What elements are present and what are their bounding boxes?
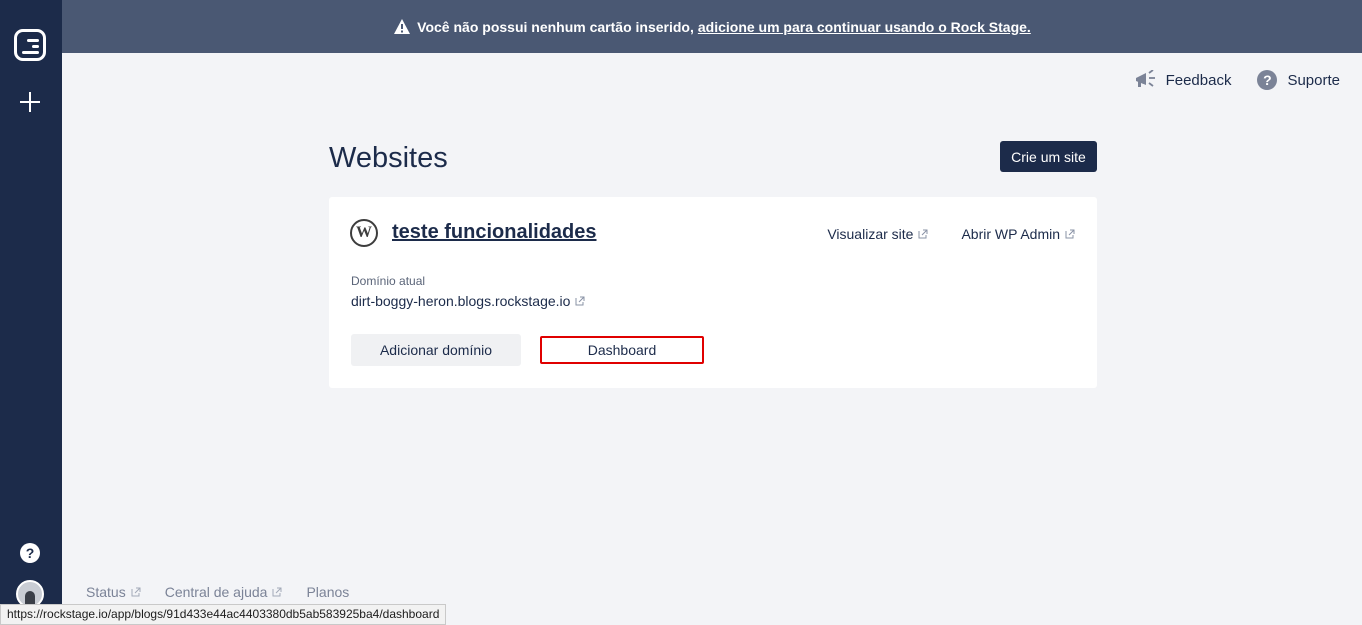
support-link[interactable]: ? Suporte — [1257, 70, 1340, 90]
help-center-label: Central de ajuda — [164, 584, 268, 600]
feedback-label: Feedback — [1165, 71, 1232, 89]
domain-value: dirt-boggy-heron.blogs.rockstage.io — [351, 293, 571, 309]
footer: Status Central de ajuda Planos — [86, 584, 373, 600]
megaphone-icon — [1135, 70, 1155, 87]
status-link[interactable]: Status — [86, 584, 141, 600]
help-center-link[interactable]: Central de ajuda — [165, 584, 283, 600]
page-title: Websites — [329, 142, 448, 174]
add-card-link[interactable]: adicione um para continuar usando o Rock… — [698, 19, 1031, 35]
domain-label: Domínio atual — [351, 274, 426, 288]
open-wp-admin-link[interactable]: Abrir WP Admin — [961, 226, 1075, 242]
help-icon[interactable]: ? — [20, 543, 40, 563]
external-link-icon — [1065, 229, 1075, 239]
wordpress-icon: W — [350, 219, 378, 247]
rockstage-logo-icon[interactable] — [14, 29, 46, 61]
payment-warning-banner: Você não possui nenhum cartão inserido, … — [62, 0, 1362, 53]
plans-link[interactable]: Planos — [306, 584, 349, 600]
question-icon: ? — [1257, 70, 1278, 90]
external-link-icon — [272, 587, 282, 597]
status-label: Status — [86, 584, 126, 600]
site-card: W teste funcionalidades Visualizar site … — [329, 197, 1097, 388]
site-name-link[interactable]: teste funcionalidades — [392, 221, 597, 244]
plus-icon[interactable] — [20, 92, 40, 112]
open-wp-admin-label: Abrir WP Admin — [961, 226, 1060, 242]
external-link-icon — [131, 587, 141, 597]
add-domain-button[interactable]: Adicionar domínio — [351, 334, 521, 366]
external-link-icon — [918, 229, 928, 239]
view-site-label: Visualizar site — [827, 226, 914, 242]
top-nav: Feedback ? Suporte — [1108, 70, 1340, 90]
plans-label: Planos — [306, 584, 350, 600]
view-site-link[interactable]: Visualizar site — [827, 226, 928, 242]
create-site-button[interactable]: Crie um site — [1000, 141, 1097, 172]
domain-link[interactable]: dirt-boggy-heron.blogs.rockstage.io — [351, 293, 585, 309]
sidebar: ? — [0, 0, 62, 625]
site-actions: Visualizar site Abrir WP Admin — [794, 226, 1075, 242]
warning-icon — [394, 19, 411, 34]
support-label: Suporte — [1287, 71, 1340, 89]
feedback-link[interactable]: Feedback — [1134, 70, 1232, 90]
banner-message: Você não possui nenhum cartão inserido, — [417, 18, 694, 35]
external-link-icon — [575, 296, 585, 306]
dashboard-button[interactable]: Dashboard — [540, 336, 704, 364]
browser-status-bar: https://rockstage.io/app/blogs/91d433e44… — [0, 604, 447, 625]
